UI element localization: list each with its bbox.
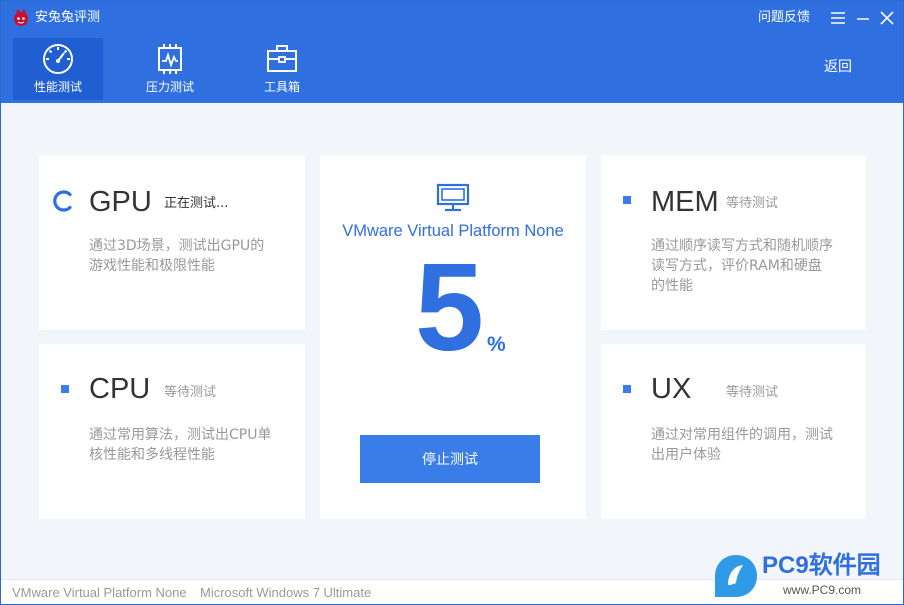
pending-bullet-icon (623, 385, 631, 393)
close-icon[interactable] (878, 9, 896, 27)
progress-unit: % (487, 333, 506, 356)
minimize-icon[interactable] (854, 9, 872, 27)
antutu-logo-icon (14, 9, 28, 26)
tab-label: 性能测试 (33, 80, 82, 94)
progress-value: 5 (415, 239, 484, 377)
test-status: 等待测试 (164, 385, 217, 400)
feedback-link[interactable]: 问题反馈 (758, 10, 810, 26)
loading-spinner-icon (53, 190, 72, 212)
header-bar: 安兔兔评测 问题反馈 性能测试 压力测试 工具箱 返回 (1, 1, 903, 103)
mem-test-card: MEM 等待测试 通过顺序读写方式和随机顺序 读写方式，评价RAM和硬盘 的性能 (601, 155, 866, 330)
test-description: 通过常用算法，测试出CPU单 核性能和多线程性能 (89, 427, 272, 463)
pc9-logo-icon (715, 555, 757, 597)
test-description: 通过3D场景，测试出GPU的 游戏性能和极限性能 (89, 238, 265, 274)
tab-toolbox[interactable]: 工具箱 (237, 38, 327, 100)
ux-test-card: UX 等待测试 通过对常用组件的调用，测试 出用户体验 (601, 344, 866, 519)
test-name: CPU (89, 373, 151, 405)
test-description: 通过对常用组件的调用，测试 出用户体验 (651, 427, 833, 463)
stop-test-button[interactable]: 停止测试 (360, 435, 540, 483)
app-title: 安兔兔评测 (35, 10, 101, 25)
status-platform: VMware Virtual Platform None (12, 585, 187, 600)
cpu-test-card: CPU 等待测试 通过常用算法，测试出CPU单 核性能和多线程性能 (39, 344, 305, 519)
watermark-url: www.PC9.com (783, 583, 862, 597)
back-button[interactable]: 返回 (824, 58, 852, 76)
test-name: UX (651, 373, 692, 405)
pending-bullet-icon (623, 196, 631, 204)
menu-icon[interactable] (829, 9, 847, 27)
gpu-test-card: GPU 正在测试... 通过3D场景，测试出GPU的 游戏性能和极限性能 (39, 155, 305, 330)
tab-stress-test[interactable]: 压力测试 (125, 38, 215, 100)
tab-label: 压力测试 (145, 80, 194, 94)
toolbox-icon (267, 45, 297, 72)
pending-bullet-icon (61, 385, 69, 393)
chip-pulse-icon (158, 44, 182, 74)
test-description: 通过顺序读写方式和随机顺序 读写方式，评价RAM和硬盘 的性能 (651, 238, 833, 294)
status-os: Microsoft Windows 7 Ultimate (200, 585, 372, 600)
test-status: 等待测试 (726, 385, 779, 400)
speedometer-icon (43, 44, 73, 74)
pc9-watermark: PC9软件园 www.PC9.com (713, 549, 903, 604)
test-status: 等待测试 (726, 196, 779, 211)
tab-label: 工具箱 (263, 80, 300, 94)
watermark-brand: PC9软件园 (762, 552, 881, 579)
monitor-icon (436, 183, 470, 212)
test-status: 正在测试... (164, 196, 229, 211)
progress-card: VMware Virtual Platform None 5 % 停止测试 (320, 155, 586, 519)
test-name: GPU (89, 186, 152, 218)
app-window: 安兔兔评测 问题反馈 性能测试 压力测试 工具箱 返回 GPU 正在测试... … (0, 0, 904, 605)
test-name: MEM (651, 186, 719, 218)
tab-performance-test[interactable]: 性能测试 (13, 38, 103, 100)
